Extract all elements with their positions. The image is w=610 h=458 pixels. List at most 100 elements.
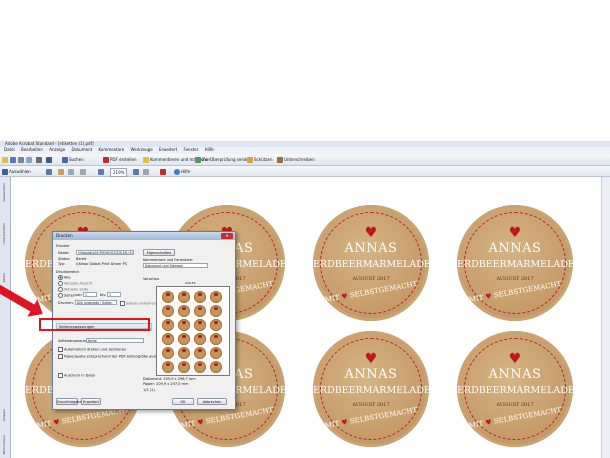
- label-line4a: MIT: [180, 419, 197, 431]
- tab-attachments[interactable]: Anlagen: [2, 409, 6, 421]
- paper-size: Papier: 209,9 x 297,0 mm: [143, 382, 189, 386]
- properties-button[interactable]: Eigenschaften: [143, 249, 175, 256]
- pdf-pagesize-label: Papierquelle entsprechend der PDF-Seiten…: [64, 354, 168, 359]
- tab-signatures[interactable]: Unterschriften: [2, 223, 6, 244]
- label-line4a: MIT: [468, 419, 485, 431]
- menu-datei[interactable]: Datei: [4, 147, 15, 152]
- preview-mini-label: [178, 305, 190, 317]
- label-line2: ERDBEERMARMELADE: [457, 385, 575, 396]
- label-line1: ANNAS: [344, 241, 398, 256]
- range-page-label: Aktuelle Seite: [64, 287, 89, 292]
- zoom-in-icon[interactable]: [46, 168, 53, 175]
- menu-anzeige[interactable]: Anzeige: [49, 147, 65, 152]
- highlight-box: [39, 318, 150, 331]
- cancel-button[interactable]: Abbrechen: [197, 398, 227, 405]
- label-line4a: MIT: [36, 419, 53, 431]
- label-line1: ANNAS: [488, 367, 542, 382]
- print-tips-button[interactable]: Druckfreigabe: [56, 398, 82, 405]
- typewriter-icon[interactable]: [160, 168, 167, 175]
- comments-select[interactable]: Dokument und Stempel: [143, 263, 208, 268]
- label-line1: ANNAS: [488, 241, 542, 256]
- from-input[interactable]: 1: [83, 292, 97, 297]
- open-folder-icon[interactable]: [2, 156, 9, 163]
- page-view-icon[interactable]: [68, 168, 75, 175]
- pen-icon[interactable]: [36, 156, 43, 163]
- status-label: Status:: [58, 257, 71, 261]
- scaling-select[interactable]: Keine: [86, 338, 144, 343]
- help-button[interactable]: Hilfe: [174, 168, 190, 175]
- preview-mini-label: [162, 333, 174, 345]
- preview-mini-label: [178, 347, 190, 359]
- small-heart-icon: ♥: [52, 417, 61, 428]
- preview-mini-label: [210, 305, 222, 317]
- vertical-scrollbar[interactable]: [601, 177, 610, 458]
- label-line3: AUGUST 2017: [352, 402, 390, 408]
- subset-select[interactable]: Alle ungerade / Seiten: [75, 300, 117, 305]
- binoculars-icon[interactable]: [46, 156, 53, 163]
- range-all-radio[interactable]: Alle: [58, 275, 71, 280]
- search-button[interactable]: Suchen: [62, 156, 84, 163]
- label-line3: AUGUST 2017: [496, 276, 534, 282]
- close-icon[interactable]: ✕: [221, 233, 233, 239]
- tab-comments[interactable]: Kommentare: [2, 435, 6, 454]
- label-line3: AUGUST 2017: [496, 402, 534, 408]
- zoom-out-icon[interactable]: [98, 168, 105, 175]
- small-heart-icon: ♥: [484, 417, 493, 428]
- menu-fenster[interactable]: Fenster: [184, 147, 199, 152]
- preview-mini-label: [162, 305, 174, 317]
- preview-mini-label: [194, 319, 206, 331]
- preview-mini-label: [162, 319, 174, 331]
- print-icon[interactable]: [18, 156, 25, 163]
- menu-kommentare[interactable]: Kommentare: [98, 147, 124, 152]
- reverse-pages-checkbox[interactable]: Seiten umkehren: [120, 301, 156, 306]
- zoom-level-field[interactable]: 219%: [110, 168, 128, 177]
- advanced-button[interactable]: Erweitert: [81, 398, 101, 405]
- menu-werkzeuge[interactable]: Werkzeuge: [130, 147, 152, 152]
- ok-button[interactable]: OK: [172, 398, 194, 405]
- preview-mini-label: [178, 361, 190, 373]
- secure-button[interactable]: Schützen: [247, 156, 272, 163]
- review-button[interactable]: Zur Überprüfung senden: [195, 156, 251, 163]
- label-line4b: SELBSTGEMACHT: [493, 405, 562, 426]
- small-heart-icon: ♥: [196, 417, 205, 428]
- status-value: Bereit: [76, 257, 87, 261]
- tab-pages[interactable]: Seiten: [2, 273, 6, 283]
- fit-width-icon[interactable]: [143, 168, 150, 175]
- email-icon[interactable]: [26, 156, 33, 163]
- printer-name-select[interactable]: \\Hajpdata01\PHOKOS31EXLEN (E): [76, 250, 134, 255]
- label-line4: MIT ♥ SELBSTGEMACHT: [457, 277, 573, 306]
- menu-erweitert[interactable]: Erweitert: [159, 147, 177, 152]
- search-button-label: Suchen: [69, 157, 84, 162]
- select-tool[interactable]: Auswählen: [2, 168, 31, 175]
- name-label: Name:: [58, 251, 70, 255]
- hand-icon[interactable]: [58, 168, 65, 175]
- label-line4: MIT ♥ SELBSTGEMACHT: [457, 403, 573, 432]
- label-line1: ANNAS: [344, 367, 398, 382]
- small-heart-icon: ♥: [340, 417, 349, 428]
- save-icon[interactable]: [10, 156, 17, 163]
- pdf-pagesize-checkbox[interactable]: Papierquelle entsprechend der PDF-Seiten…: [58, 354, 168, 359]
- sign-button[interactable]: Unterschreiben: [277, 156, 315, 163]
- range-view-radio[interactable]: Aktuelle Ansicht: [58, 281, 92, 286]
- document-size: Dokument: 209,9 x 296,7 mm: [143, 377, 196, 381]
- fit-page-icon[interactable]: [80, 168, 87, 175]
- create-pdf-label: PDF erstellen: [110, 157, 137, 162]
- reverse-pages-label: Seiten umkehren: [126, 301, 156, 306]
- from-label: von:: [75, 293, 83, 297]
- to-input[interactable]: 1: [107, 292, 121, 297]
- create-pdf-button[interactable]: PDF erstellen: [103, 156, 137, 163]
- tab-bookmarks[interactable]: Lesezeichen: [2, 183, 6, 201]
- zoom-plus-icon[interactable]: [133, 168, 140, 175]
- preview-mini-label: [162, 291, 174, 303]
- preview-mini-label: [162, 361, 174, 373]
- help-label: Hilfe: [181, 169, 191, 174]
- range-pages-radio[interactable]: Seiten: [58, 293, 75, 298]
- menu-dokument[interactable]: Dokument: [71, 147, 92, 152]
- label-line4: MIT ♥ SELBSTGEMACHT: [313, 403, 429, 432]
- heart-icon: ♥: [508, 351, 522, 367]
- print-to-file-checkbox[interactable]: Ausdruck in Datei: [58, 373, 95, 378]
- review-label: Zur Überprüfung senden: [202, 157, 252, 162]
- menu-bearbeiten[interactable]: Bearbeiten: [21, 147, 43, 152]
- menu-hilfe[interactable]: Hilfe: [205, 147, 214, 152]
- auto-rotate-checkbox[interactable]: Automatisch drehen und zentrieren: [58, 347, 126, 352]
